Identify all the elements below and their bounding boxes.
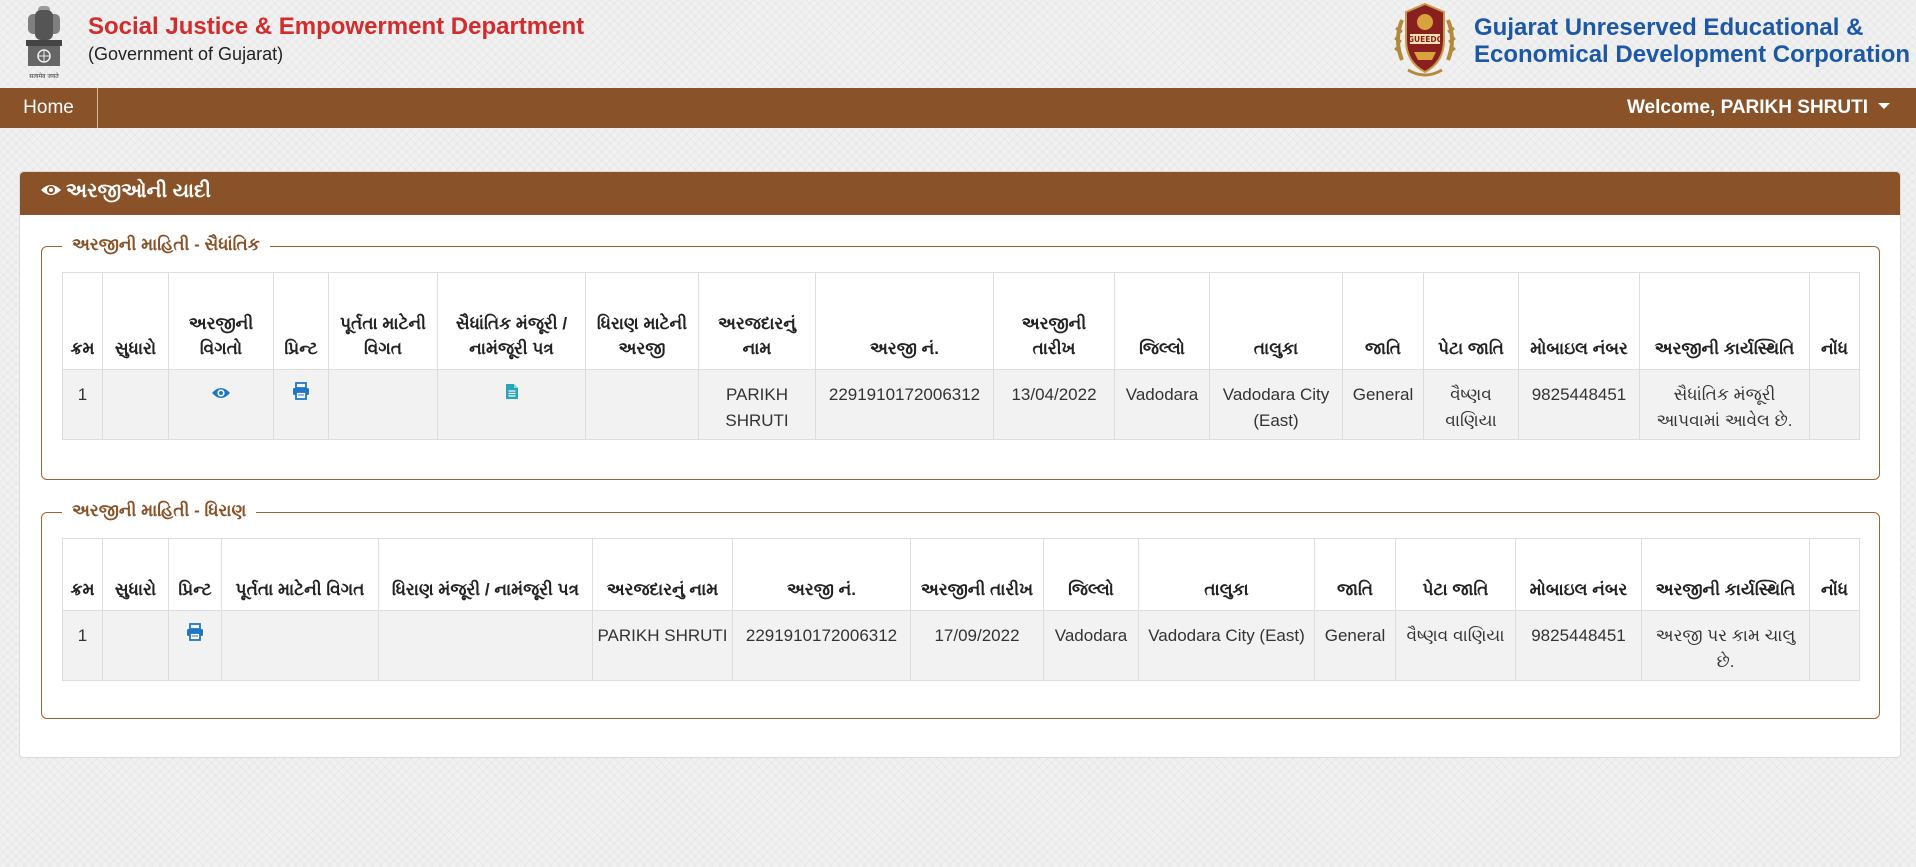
panel-heading: અરજીઓની યાદી	[20, 172, 1900, 215]
column-header: જાતિ	[1314, 538, 1396, 611]
column-header: અરજી નં.	[732, 538, 911, 611]
caste-cell: General	[1314, 610, 1396, 681]
column-header: પેટા જાતિ	[1423, 272, 1519, 370]
column-header: તાલુકા	[1209, 272, 1343, 370]
fieldset-legend-in-principle: અરજીની માહિતી - સૈધાંતિક	[62, 234, 270, 256]
document-icon[interactable]	[505, 383, 519, 400]
column-header: સુધારો	[102, 272, 169, 370]
mobile-cell: 9825448451	[1515, 610, 1642, 681]
column-header: ધિરાણ માટેની અરજી	[585, 272, 699, 370]
column-header: ક્રમ	[62, 538, 103, 611]
mobile-cell: 9825448451	[1518, 369, 1640, 440]
sub-caste-cell: વૈષ્ણવ વાણિયા	[1395, 610, 1516, 681]
fieldset-legend-loan: અરજીની માહિતી - ધિરાણ	[62, 500, 257, 522]
column-header: મોબાઇલ નંબર	[1515, 538, 1642, 611]
eye-icon	[41, 184, 61, 195]
taluka-cell: Vadodara City (East)	[1138, 610, 1315, 681]
district-cell: Vadodara	[1114, 369, 1210, 440]
applicant-name-cell: PARIKH SHRUTI	[698, 369, 816, 440]
note-cell	[1809, 610, 1860, 681]
department-title: Social Justice & Empowerment Department	[88, 13, 585, 40]
sr-no-cell: 1	[62, 610, 103, 681]
column-header: અરજીની કાર્યસ્થિતિ	[1641, 538, 1810, 611]
district-cell: Vadodara	[1043, 610, 1139, 681]
column-header: અરજીની તારીખ	[910, 538, 1044, 611]
column-header: પ્રિન્ટ	[273, 272, 329, 370]
site-header: सत्यमेव जयते Social Justice & Empowermen…	[0, 0, 1916, 88]
welcome-text: Welcome, PARIKH SHRUTI	[1626, 97, 1868, 118]
main-navbar: Home Welcome, PARIKH SHRUTI	[0, 88, 1916, 128]
table-header-row: ક્રમ સુધારો અરજીની વિગતો પ્રિન્ટ પૂર્તતા…	[62, 272, 1860, 370]
national-emblem-icon: सत्यमेव जयते	[26, 6, 62, 80]
letter-cell	[437, 369, 586, 440]
letter-cell	[378, 610, 593, 681]
in-principle-table: ક્રમ સુધારો અરજીની વિગતો પ્રિન્ટ પૂર્તતા…	[62, 272, 1860, 440]
column-header: અરજદારનું નામ	[592, 538, 733, 611]
panel-title: અરજીઓની યાદી	[66, 180, 211, 202]
column-header: અરજીની કાર્યસ્થિતિ	[1639, 272, 1810, 370]
application-date-cell: 17/09/2022	[910, 610, 1044, 681]
column-header: નોંધ	[1809, 538, 1860, 611]
status-cell: અરજી પર કામ ચાલુ છે.	[1641, 610, 1810, 681]
fieldset-in-principle: અરજીની માહિતી - સૈધાંતિક ક્રમ સુધારો અરજ…	[41, 234, 1880, 480]
column-header: સુધારો	[102, 538, 169, 611]
application-date-cell: 13/04/2022	[993, 369, 1115, 440]
gueedc-logo-text: GUEEDC	[1408, 35, 1443, 44]
column-header: જાતિ	[1342, 272, 1424, 370]
department-subtitle: (Government of Gujarat)	[88, 44, 284, 64]
correction-cell	[102, 369, 169, 440]
caret-down-icon	[1878, 102, 1890, 109]
compliance-cell	[328, 369, 438, 440]
column-header: તાલુકા	[1138, 538, 1315, 611]
column-header: અરજીની તારીખ	[993, 272, 1115, 370]
print-icon[interactable]	[292, 382, 310, 400]
column-header: નોંધ	[1809, 272, 1860, 370]
loan-table: ક્રમ સુધારો પ્રિન્ટ પૂર્તતા માટેની વિગત …	[62, 538, 1860, 681]
column-header: પ્રિન્ટ	[168, 538, 222, 611]
column-header: ધિરાણ મંજૂરી / નામંજૂરી પત્ર	[378, 538, 593, 611]
loan-application-cell	[585, 369, 699, 440]
note-cell	[1809, 369, 1860, 440]
corporation-name: Gujarat Unreserved Educational & Economi…	[1474, 14, 1910, 68]
column-header: મોબાઇલ નંબર	[1518, 272, 1640, 370]
details-cell	[168, 369, 274, 440]
column-header: અરજદારનું નામ	[698, 272, 816, 370]
column-header: સૈધાંતિક મંજૂરી / નામંજૂરી પત્ર	[437, 272, 586, 370]
column-header: પૂર્તતા માટેની વિગત	[221, 538, 379, 611]
column-header: જિલ્લો	[1043, 538, 1139, 611]
nav-home-link[interactable]: Home	[0, 88, 98, 128]
column-header: પૂર્તતા માટેની વિગત	[328, 272, 438, 370]
sr-no-cell: 1	[62, 369, 103, 440]
fieldset-loan: અરજીની માહિતી - ધિરાણ ક્રમ સુધારો પ્રિન્…	[41, 500, 1880, 719]
print-cell	[168, 610, 222, 681]
column-header: અરજીની વિગતો	[168, 272, 274, 370]
table-row: 1 PARIKH SHRUTI 2291910172006312 13/04/2…	[62, 369, 1860, 440]
eye-icon[interactable]	[211, 386, 231, 400]
corporation-name-line1: Gujarat Unreserved Educational &	[1474, 14, 1864, 41]
caste-cell: General	[1342, 369, 1424, 440]
applicant-name-cell: PARIKH SHRUTI	[592, 610, 733, 681]
table-row: 1 PARIKH SHRUTI 2291910172006312 17/09/2…	[62, 610, 1860, 681]
compliance-cell	[221, 610, 379, 681]
application-number-cell: 2291910172006312	[815, 369, 994, 440]
emblem-caption: सत्यमेव जयते	[29, 72, 59, 80]
correction-cell	[102, 610, 169, 681]
sub-caste-cell: વૈષ્ણવ વાણિયા	[1423, 369, 1519, 440]
corporation-name-line2: Economical Development Corporation	[1474, 41, 1911, 68]
taluka-cell: Vadodara City (East)	[1209, 369, 1343, 440]
column-header: પેટા જાતિ	[1395, 538, 1516, 611]
print-cell	[273, 369, 329, 440]
print-icon[interactable]	[186, 623, 204, 641]
column-header: ક્રમ	[62, 272, 103, 370]
table-header-row: ક્રમ સુધારો પ્રિન્ટ પૂર્તતા માટેની વિગત …	[62, 538, 1860, 611]
user-menu-dropdown[interactable]: Welcome, PARIKH SHRUTI	[1627, 88, 1890, 128]
applications-panel: અરજીઓની યાદી અરજીની માહિતી - સૈધાંતિક ક્…	[19, 171, 1901, 758]
column-header: જિલ્લો	[1114, 272, 1210, 370]
application-number-cell: 2291910172006312	[732, 610, 911, 681]
gueedc-logo-icon: GUEEDC	[1394, 2, 1456, 77]
column-header: અરજી નં.	[815, 272, 994, 370]
status-cell: સૈધાંતિક મંજૂરી આપવામાં આવેલ છે.	[1639, 369, 1810, 440]
